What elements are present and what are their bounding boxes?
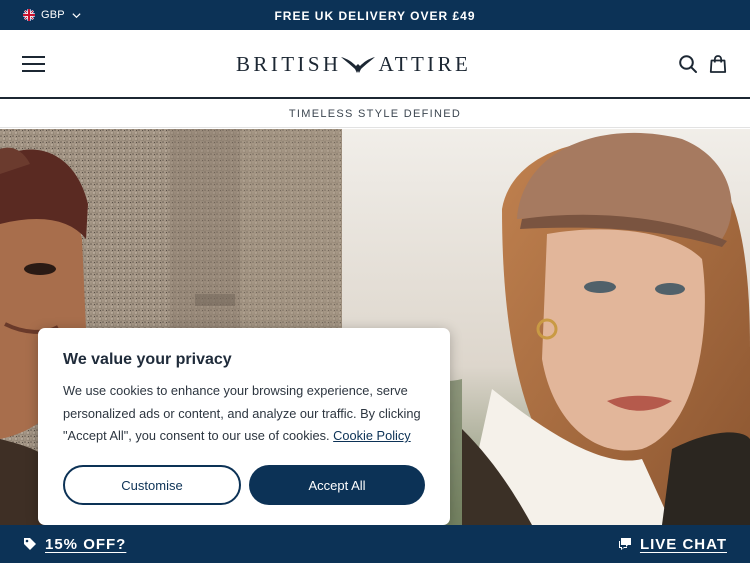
search-icon [679,55,697,73]
discount-label: 15% OFF? [45,535,127,553]
cookie-dialog-title: We value your privacy [63,351,232,368]
shopping-bag-icon [709,55,727,73]
site-header: BRITISH ATTIRE [0,30,750,99]
logo-text-left: BRITISH [236,51,342,76]
brand-logo[interactable]: BRITISH ATTIRE [236,52,471,76]
hamburger-menu-icon [22,56,45,58]
search-button[interactable] [678,54,698,74]
delivery-announcement: FREE UK DELIVERY OVER £49 [274,9,476,23]
customise-button[interactable]: Customise [63,465,241,505]
chat-icon [618,538,631,550]
discount-promo-link[interactable]: 15% OFF? [23,535,126,553]
cookie-dialog-body: We use cookies to enhance your browsing … [63,380,435,448]
announcement-bar: GBP FREE UK DELIVERY OVER £49 [0,0,750,30]
live-chat-label: LIVE CHAT [639,535,727,553]
bottom-bar: 15% OFF? LIVE CHAT [0,525,750,563]
accept-all-button[interactable]: Accept All [249,465,425,505]
cart-button[interactable] [708,54,728,74]
bird-logo-icon [341,57,376,73]
cookie-policy-link[interactable]: Cookie Policy [333,428,411,443]
live-chat-button[interactable]: LIVE CHAT [618,535,727,553]
tagline: TIMELESS STYLE DEFINED [0,101,750,128]
tag-icon [24,538,36,550]
menu-button[interactable] [22,54,46,74]
cookie-consent-dialog: We value your privacy We use cookies to … [38,328,450,525]
logo-text-right: ATTIRE [378,51,472,76]
